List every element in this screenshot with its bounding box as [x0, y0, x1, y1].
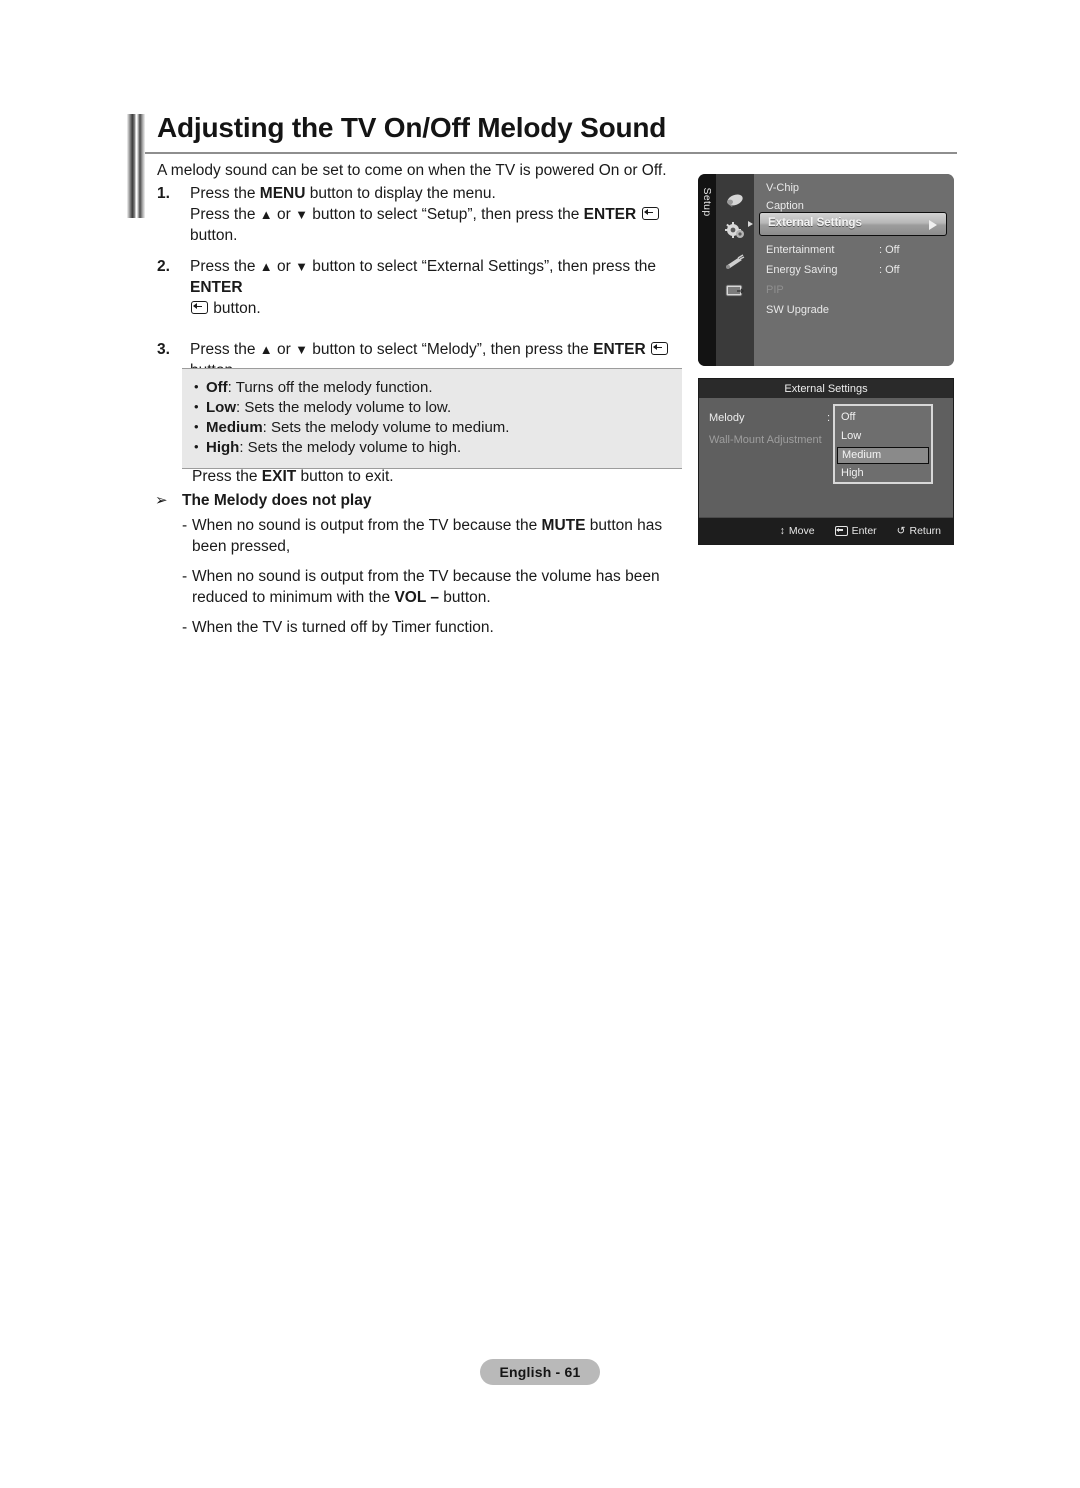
up-arrow-icon: ▲: [259, 259, 273, 274]
step-number: 2.: [157, 258, 170, 275]
list-item: - When no sound is output from the TV be…: [182, 515, 687, 557]
osd-hint-label: Enter: [851, 525, 877, 537]
osd-external-settings-body: Melody Wall-Mount Adjustment : Off Low M…: [699, 398, 953, 518]
melody-note-title: The Melody does not play: [182, 492, 372, 509]
osd-dropdown-option-medium[interactable]: Medium: [837, 447, 929, 464]
list-item-text: When the TV is turned off by Timer funct…: [192, 619, 494, 636]
option-desc: : Sets the melody volume to low.: [236, 399, 452, 416]
osd-hint-move: ↕ Move: [780, 525, 815, 537]
list-item-text: When no sound is output from the TV beca…: [192, 568, 660, 606]
dash-bullet: -: [182, 619, 188, 636]
antenna-icon: [726, 254, 745, 269]
step-item-1: 1. Press the MENU button to display the …: [157, 183, 702, 246]
list-item-text: When no sound is output from the TV beca…: [192, 517, 663, 555]
osd-menu-item-vchip[interactable]: V-Chip: [766, 182, 799, 194]
up-arrow-icon: ▲: [259, 342, 273, 357]
melody-options-note-box: Off: Turns off the melody function. Low:…: [182, 368, 682, 469]
manual-page: Adjusting the TV On/Off Melody Sound A m…: [0, 0, 1080, 1488]
option-term: High: [206, 439, 240, 456]
gear-icon: [725, 222, 744, 238]
down-arrow-icon: ▼: [295, 342, 308, 357]
melody-note-list: - When no sound is output from the TV be…: [182, 515, 687, 647]
osd-dropdown-option-low[interactable]: Low: [841, 430, 861, 442]
enter-icon: [641, 207, 659, 220]
osd-setup-tab-label: Setup: [701, 187, 713, 217]
exit-instruction: Press the EXIT button to exit.: [192, 468, 394, 485]
osd-menu-item-entertainment[interactable]: Entertainment: [766, 244, 834, 256]
option-desc: : Sets the melody volume to high.: [239, 439, 462, 456]
list-item: - When the TV is turned off by Timer fun…: [182, 617, 687, 638]
osd-external-settings-screenshot: External Settings Melody Wall-Mount Adju…: [698, 378, 954, 545]
osd-setup-menu-screenshot: Setup V-Chip Caption External Settings E…: [698, 174, 954, 366]
page-title: Adjusting the TV On/Off Melody Sound: [157, 112, 667, 143]
osd-menu-item-label: External Settings: [768, 217, 862, 229]
osd-menu-item-sw-upgrade[interactable]: SW Upgrade: [766, 304, 829, 316]
option-term: Medium: [206, 419, 263, 436]
dash-bullet: -: [182, 568, 188, 585]
step-number: 1.: [157, 185, 170, 202]
osd-menu-item-caption[interactable]: Caption: [766, 200, 804, 212]
osd-dropdown-option-label: Medium: [842, 449, 882, 461]
down-arrow-icon: ▼: [295, 207, 308, 222]
osd-menu-value-entertainment: : Off: [879, 244, 900, 256]
page-number-badge: English - 61: [480, 1359, 600, 1385]
step-text: Press the MENU button to display the men…: [190, 183, 702, 246]
tv-input-icon: [725, 284, 744, 297]
melody-note-heading: ➢ The Melody does not play: [155, 490, 700, 511]
chevron-right-icon: [929, 220, 937, 230]
osd-external-settings-title: External Settings: [699, 379, 953, 398]
step-line: Press the ▲ or ▼ button to select “Setup…: [190, 204, 702, 246]
osd-melody-dropdown[interactable]: Off Low Medium High: [833, 404, 933, 484]
osd-hint-label: Move: [788, 525, 815, 537]
return-arrow-icon: ↺: [896, 525, 906, 537]
option-desc: : Turns off the melody function.: [227, 379, 433, 396]
step-item-2: 2. Press the ▲ or ▼ button to select “Ex…: [157, 256, 702, 319]
osd-hint-label: Return: [909, 525, 941, 537]
list-item: High: Sets the melody volume to high.: [194, 437, 682, 458]
osd-selection-cursor-icon: [748, 221, 753, 227]
option-desc: : Sets the melody volume to medium.: [262, 419, 510, 436]
osd-hint-return: ↺ Return: [897, 525, 941, 537]
dash-bullet: -: [182, 517, 188, 534]
enter-icon: [650, 342, 668, 355]
melody-options-list: Off: Turns off the melody function. Low:…: [182, 377, 682, 458]
arrow-bullet-icon: ➢: [155, 492, 168, 509]
osd-footer-hints: ↕ Move Enter ↺ Return: [699, 517, 953, 544]
up-arrow-icon: ▲: [259, 207, 273, 222]
list-item: Low: Sets the melody volume to low.: [194, 397, 682, 418]
osd-menu-item-external-settings[interactable]: External Settings: [759, 212, 947, 236]
osd-menu-panel: V-Chip Caption External Settings Enterta…: [754, 174, 954, 366]
step-line: Press the ▲ or ▼ button to select “Melod…: [190, 339, 702, 360]
step-line: Press the MENU button to display the men…: [190, 185, 496, 202]
list-item: - When no sound is output from the TV be…: [182, 566, 687, 608]
osd-hint-enter: Enter: [834, 525, 877, 537]
osd-icon-rail: [716, 174, 754, 366]
list-item: Off: Turns off the melody function.: [194, 377, 682, 398]
option-term: Off: [206, 379, 228, 396]
updown-arrows-icon: ↕: [779, 525, 785, 537]
osd-menu-item-energy-saving[interactable]: Energy Saving: [766, 264, 838, 276]
osd-row-melody[interactable]: Melody: [709, 412, 744, 424]
title-divider: [145, 152, 957, 154]
step-line: Press the ▲ or ▼ button to select “Exter…: [190, 258, 657, 296]
step-text: Press the ▲ or ▼ button to select “Exter…: [190, 256, 702, 319]
enter-icon: [834, 526, 848, 536]
list-item: Medium: Sets the melody volume to medium…: [194, 417, 682, 438]
osd-dropdown-option-off[interactable]: Off: [841, 411, 855, 423]
hand-pointer-icon: [727, 194, 743, 207]
step-line: button.: [190, 298, 702, 319]
osd-menu-value-energy-saving: : Off: [879, 264, 900, 276]
intro-paragraph: A melody sound can be set to come on whe…: [157, 162, 667, 179]
option-term: Low: [206, 399, 236, 416]
enter-icon: [191, 301, 208, 314]
osd-menu-item-pip: PIP: [766, 284, 784, 296]
title-decorative-bar: [127, 114, 145, 218]
osd-dropdown-option-high[interactable]: High: [841, 467, 864, 479]
osd-row-separator: :: [827, 412, 831, 424]
osd-setup-tab: Setup: [698, 174, 716, 366]
osd-row-wall-mount-adjustment: Wall-Mount Adjustment: [709, 434, 822, 446]
down-arrow-icon: ▼: [295, 259, 308, 274]
